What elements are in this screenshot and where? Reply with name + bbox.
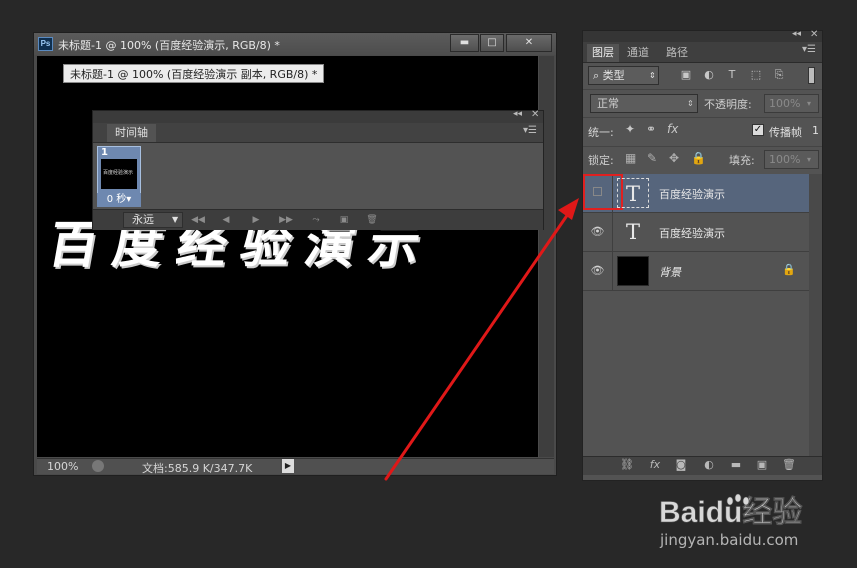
minimize-button[interactable]: ▬ bbox=[450, 34, 479, 52]
layers-panel-header[interactable]: ◂◂ ✕ bbox=[583, 29, 822, 42]
link-layers-icon[interactable]: ⛓ bbox=[619, 458, 635, 471]
animation-frame[interactable]: 1 百度经验演示 bbox=[97, 146, 141, 194]
status-info-icon[interactable] bbox=[92, 460, 104, 472]
play-icon[interactable]: ▶ bbox=[245, 212, 267, 228]
zoom-level[interactable]: 100% bbox=[47, 460, 78, 473]
maximize-button[interactable]: □ bbox=[480, 34, 504, 52]
layer-name[interactable]: 背景 bbox=[659, 264, 681, 280]
timeline-tab-row: ▾☰ bbox=[93, 123, 543, 143]
layer-name[interactable]: 百度经验演示 bbox=[659, 225, 725, 241]
layer-row[interactable]: 👁 T 百度经验演示 bbox=[583, 213, 809, 252]
tab-timeline[interactable]: 时间轴 bbox=[107, 124, 156, 142]
timeline-controls: 永远 ▼ ◀◀ ◀ ▶ ▶▶ ⤳ ▣ 🗑 bbox=[93, 209, 543, 230]
tab-layers[interactable]: 图层 bbox=[587, 44, 619, 62]
lock-label: 锁定: bbox=[588, 154, 614, 167]
panel-menu-icon[interactable]: ▾☰ bbox=[523, 125, 537, 136]
trash-icon[interactable]: 🗑 bbox=[361, 212, 383, 228]
unify-position-icon[interactable]: ✦ bbox=[625, 122, 635, 136]
pixel-filter-icon[interactable]: ▣ bbox=[679, 68, 693, 82]
text-layer-thumbnail: T bbox=[617, 178, 649, 208]
chevron-updown-icon: ⇕ bbox=[687, 99, 694, 108]
watermark-url: jingyan.baidu.com bbox=[660, 531, 799, 549]
new-group-icon[interactable]: ▬ bbox=[728, 458, 744, 471]
fill-input[interactable]: 100% ▾ bbox=[764, 150, 819, 169]
opacity-label: 不透明度: bbox=[704, 98, 752, 111]
document-size-info: 文档:585.9 K/347.7K bbox=[142, 462, 253, 475]
unify-style-icon[interactable]: fx bbox=[667, 122, 678, 136]
fill-value: 100% bbox=[769, 153, 801, 166]
tooltip: 未标题-1 @ 100% (百度经验演示 副本, RGB/8) * bbox=[63, 64, 325, 83]
fill-label: 填充: bbox=[729, 154, 755, 167]
trash-icon[interactable]: 🗑 bbox=[781, 458, 797, 471]
layer-mask-icon[interactable]: ◙ bbox=[673, 458, 689, 471]
collapse-icon[interactable]: ◂◂ bbox=[513, 109, 522, 119]
lock-position-icon[interactable]: ✥ bbox=[669, 151, 679, 165]
chevron-updown-icon: ⇕ bbox=[649, 71, 656, 80]
layers-scrollbar[interactable] bbox=[809, 174, 822, 456]
chevron-down-icon: ▼ bbox=[172, 215, 179, 224]
duplicate-frame-icon[interactable]: ▣ bbox=[333, 212, 355, 228]
layer-style-icon[interactable]: fx bbox=[647, 458, 663, 471]
tab-paths[interactable]: 路径 bbox=[661, 44, 693, 62]
blend-mode-label: 正常 bbox=[597, 97, 619, 110]
lock-transparency-icon[interactable]: ▦ bbox=[625, 151, 636, 165]
text-layer-thumbnail: T bbox=[625, 220, 640, 244]
shape-filter-icon[interactable]: ⬚ bbox=[749, 68, 763, 82]
propagate-frame-checkbox[interactable]: ✓ bbox=[752, 124, 764, 136]
previous-frame-icon[interactable]: ◀ bbox=[215, 212, 237, 228]
layer-row[interactable]: T 百度经验演示 bbox=[583, 174, 809, 213]
background-layer-thumbnail bbox=[617, 256, 649, 286]
panel-menu-icon[interactable]: ▾☰ bbox=[802, 44, 816, 55]
eye-icon[interactable]: 👁 bbox=[583, 213, 613, 251]
next-frame-icon[interactable]: ▶▶ bbox=[275, 212, 297, 228]
layer-filter-select[interactable]: ⌕ 类型 ⇕ bbox=[588, 66, 659, 85]
smart-object-filter-icon[interactable]: ⎘ bbox=[772, 68, 786, 82]
type-filter-icon[interactable]: T bbox=[725, 68, 739, 82]
propagate-frame-value: 1 bbox=[812, 124, 819, 137]
photoshop-icon: Ps bbox=[38, 37, 53, 51]
filter-toggle[interactable] bbox=[808, 67, 815, 84]
filter-kind-label: 类型 bbox=[602, 69, 625, 82]
panel-close-icon[interactable]: ✕ bbox=[531, 109, 539, 120]
layer-name[interactable]: 百度经验演示 bbox=[659, 186, 725, 202]
loop-option-label: 永远 bbox=[132, 213, 154, 226]
document-title: 未标题-1 @ 100% (百度经验演示, RGB/8) * bbox=[58, 39, 280, 52]
frame-thumbnail: 百度经验演示 bbox=[101, 159, 137, 189]
new-layer-icon[interactable]: ▣ bbox=[754, 458, 770, 471]
document-titlebar[interactable]: Ps 未标题-1 @ 100% (百度经验演示, RGB/8) * ▬ □ ✕ bbox=[34, 33, 556, 55]
adjustment-filter-icon[interactable]: ◐ bbox=[702, 68, 716, 82]
panel-close-icon[interactable]: ✕ bbox=[810, 29, 818, 40]
chevron-down-icon: ▾ bbox=[807, 155, 812, 164]
unify-label: 统一: bbox=[588, 126, 614, 139]
lock-pixels-icon[interactable]: ✎ bbox=[647, 151, 657, 165]
lock-all-icon[interactable]: 🔒 bbox=[691, 151, 706, 165]
tween-icon[interactable]: ⤳ bbox=[305, 212, 327, 228]
close-button[interactable]: ✕ bbox=[506, 34, 552, 52]
lock-icon: 🔒 bbox=[782, 263, 796, 276]
eye-icon[interactable]: 👁 bbox=[583, 252, 613, 290]
adjustment-layer-icon[interactable]: ◐ bbox=[701, 458, 717, 471]
document-status-bar: 100% 文档:585.9 K/347.7K ▶ bbox=[37, 458, 554, 475]
blend-mode-select[interactable]: 正常 ⇕ bbox=[590, 94, 698, 113]
frame-delay-select[interactable]: 0 秒▾ bbox=[97, 193, 141, 207]
arrowhead bbox=[558, 198, 579, 220]
baidu-watermark-logo: Baidu经验 bbox=[659, 493, 803, 529]
frame-number: 1 bbox=[101, 147, 108, 158]
search-icon: ⌕ bbox=[593, 69, 603, 82]
layer-row[interactable]: 👁 背景 🔒 bbox=[583, 252, 809, 291]
tab-channels[interactable]: 通道 bbox=[622, 44, 654, 62]
opacity-input[interactable]: 100% ▾ bbox=[764, 94, 819, 113]
collapse-icon[interactable]: ◂◂ bbox=[792, 29, 801, 39]
status-menu-arrow-icon[interactable]: ▶ bbox=[282, 459, 294, 473]
timeline-panel-header[interactable]: ◂◂ ✕ bbox=[93, 109, 543, 123]
unify-visibility-icon[interactable]: ⚭ bbox=[646, 122, 656, 136]
chevron-down-icon: ▾ bbox=[807, 99, 812, 108]
loop-options-select[interactable]: 永远 ▼ bbox=[123, 212, 183, 228]
timeline-panel: ◂◂ ✕ ▾☰ 时间轴 1 百度经验演示 0 秒▾ 永远 ▼ ◀◀ ◀ ▶ ▶▶… bbox=[92, 109, 544, 230]
first-frame-icon[interactable]: ◀◀ bbox=[187, 212, 209, 228]
layers-panel: ◂◂ ✕ ▾☰ 图层 通道 路径 ⌕ 类型 ⇕ ▣ ◐ T ⬚ ⎘ 正常 ⇕ 不… bbox=[582, 29, 823, 481]
propagate-frame-label: 传播帧 bbox=[769, 126, 802, 139]
frame-thumbnail-text: 百度经验演示 bbox=[103, 170, 134, 176]
opacity-value: 100% bbox=[769, 97, 801, 110]
